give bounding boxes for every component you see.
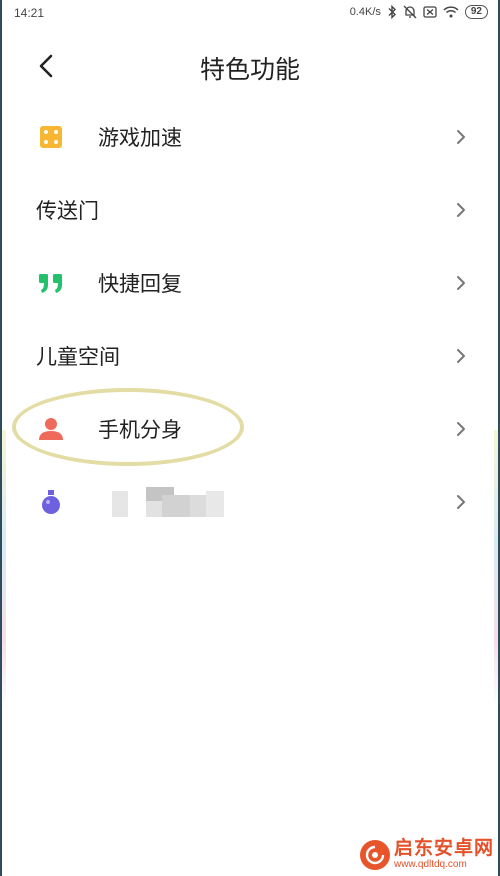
chevron-right-icon [454,200,468,220]
menu-item-quick-reply[interactable]: 快捷回复 [0,246,500,319]
menu-item-game-boost[interactable]: 游戏加速 [0,100,500,173]
menu-item-label: 快捷回复 [98,271,182,296]
chevron-right-icon [454,273,468,293]
mute-bell-icon [403,5,417,19]
chevron-right-icon [454,492,468,512]
menu-item-kids-space[interactable]: 儿童空间 [0,319,500,392]
page-title: 特色功能 [199,55,300,84]
header: 特色功能 [0,36,500,96]
chevron-right-icon [454,346,468,366]
menu-item-phone-clone[interactable]: 手机分身 [0,392,500,465]
menu-item-portal[interactable]: 传送门 [0,173,500,246]
flask-icon [38,489,64,515]
side-tint [2,430,6,710]
chevron-right-icon [454,127,468,147]
menu-item-label: 游戏加速 [98,125,182,150]
menu-item-label: 儿童空间 [36,344,120,369]
bluetooth-icon [387,5,397,19]
quote-icon [38,270,64,296]
blurred-label [112,487,232,517]
net-speed: 0.4K/s [349,6,381,18]
dice-icon [38,124,64,150]
menu-item-label: 手机分身 [98,417,182,442]
watermark-url: www.qdltdq.com [393,859,467,870]
watermark: 启东安卓网 www.qdltdq.com [359,837,494,870]
person-icon [38,416,64,442]
chevron-right-icon [454,419,468,439]
battery-indicator: 92 [464,5,488,19]
menu-item-blurred[interactable] [0,465,500,538]
status-bar: 14:21 0.4K/s 92 [0,0,500,30]
watermark-title: 启东安卓网 [393,837,494,859]
menu-item-label: 传送门 [36,198,99,223]
watermark-logo-icon [359,839,390,870]
wifi-icon [443,6,459,18]
sim-off-icon [423,6,437,18]
status-time: 14:21 [14,6,45,20]
status-icons: 0.4K/s 92 [350,5,488,19]
feature-list: 游戏加速 传送门 快捷回复 儿童空间 手机分身 [0,100,500,538]
side-tint [494,430,498,710]
